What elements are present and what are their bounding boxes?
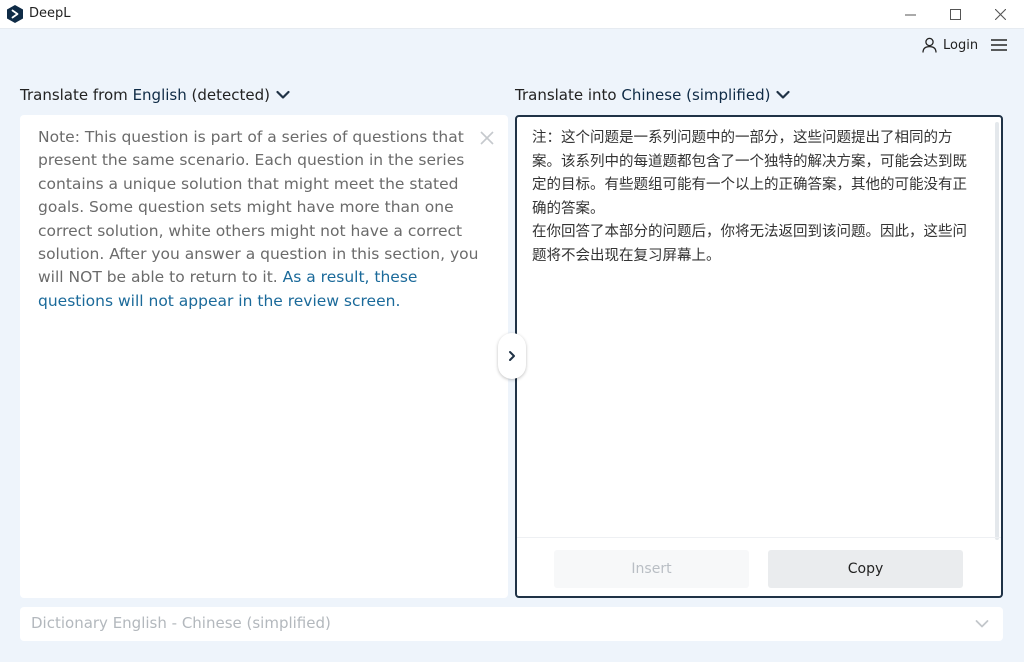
source-language-selector[interactable]: Translate from English (detected) bbox=[20, 85, 290, 105]
scrollbar[interactable] bbox=[995, 122, 999, 540]
chevron-down-icon bbox=[276, 90, 290, 99]
hamburger-menu-icon[interactable] bbox=[990, 37, 1008, 53]
chevron-down-icon bbox=[975, 620, 989, 628]
source-text-plain: Note: This question is part of a series … bbox=[38, 128, 479, 287]
maximize-button[interactable] bbox=[932, 0, 978, 29]
expand-handle[interactable] bbox=[498, 333, 526, 379]
target-text-panel[interactable]: 注：这个问题是一系列问题中的一部分，这些问题提出了相同的方案。该系列中的每道题都… bbox=[515, 115, 1003, 598]
user-icon bbox=[922, 37, 937, 53]
dictionary-bar[interactable]: Dictionary English - Chinese (simplified… bbox=[20, 607, 1003, 641]
dictionary-label: Dictionary English - Chinese (simplified… bbox=[31, 614, 331, 632]
login-button[interactable]: Login bbox=[922, 35, 978, 55]
close-icon[interactable] bbox=[478, 129, 496, 147]
target-paragraph-2: 在你回答了本部分的问题后，你将无法返回到该问题。因此，这些问题将不会出现在复习屏… bbox=[532, 224, 967, 264]
target-language-selector[interactable]: Translate into Chinese (simplified) bbox=[515, 85, 791, 105]
maximize-icon bbox=[949, 9, 961, 20]
source-language: English bbox=[132, 86, 187, 104]
source-label-prefix: Translate from bbox=[20, 86, 133, 104]
source-text-panel[interactable]: Note: This question is part of a series … bbox=[20, 115, 508, 598]
login-label: Login bbox=[943, 37, 979, 53]
app-title: DeepL bbox=[29, 6, 71, 21]
target-footer: Insert Copy bbox=[517, 537, 1001, 596]
close-window-icon bbox=[994, 9, 1006, 20]
minimize-icon bbox=[904, 14, 916, 16]
insert-button[interactable]: Insert bbox=[554, 550, 749, 588]
target-label-prefix: Translate into bbox=[515, 86, 622, 104]
chevron-right-icon bbox=[509, 351, 515, 361]
close-window-button[interactable] bbox=[977, 0, 1023, 29]
minimize-button[interactable] bbox=[887, 0, 933, 29]
source-detected-suffix: (detected) bbox=[186, 86, 270, 104]
target-paragraph-1: 注：这个问题是一系列问题中的一部分，这些问题提出了相同的方案。该系列中的每道题都… bbox=[532, 130, 967, 217]
copy-button[interactable]: Copy bbox=[768, 550, 963, 588]
target-language: Chinese (simplified) bbox=[621, 86, 771, 104]
title-bar: DeepL bbox=[0, 0, 1024, 29]
chevron-down-icon bbox=[776, 90, 791, 99]
target-textarea[interactable]: 注：这个问题是一系列问题中的一部分，这些问题提出了相同的方案。该系列中的每道题都… bbox=[532, 127, 977, 269]
source-textarea[interactable]: Note: This question is part of a series … bbox=[38, 126, 480, 313]
deepl-logo-icon bbox=[7, 5, 23, 23]
